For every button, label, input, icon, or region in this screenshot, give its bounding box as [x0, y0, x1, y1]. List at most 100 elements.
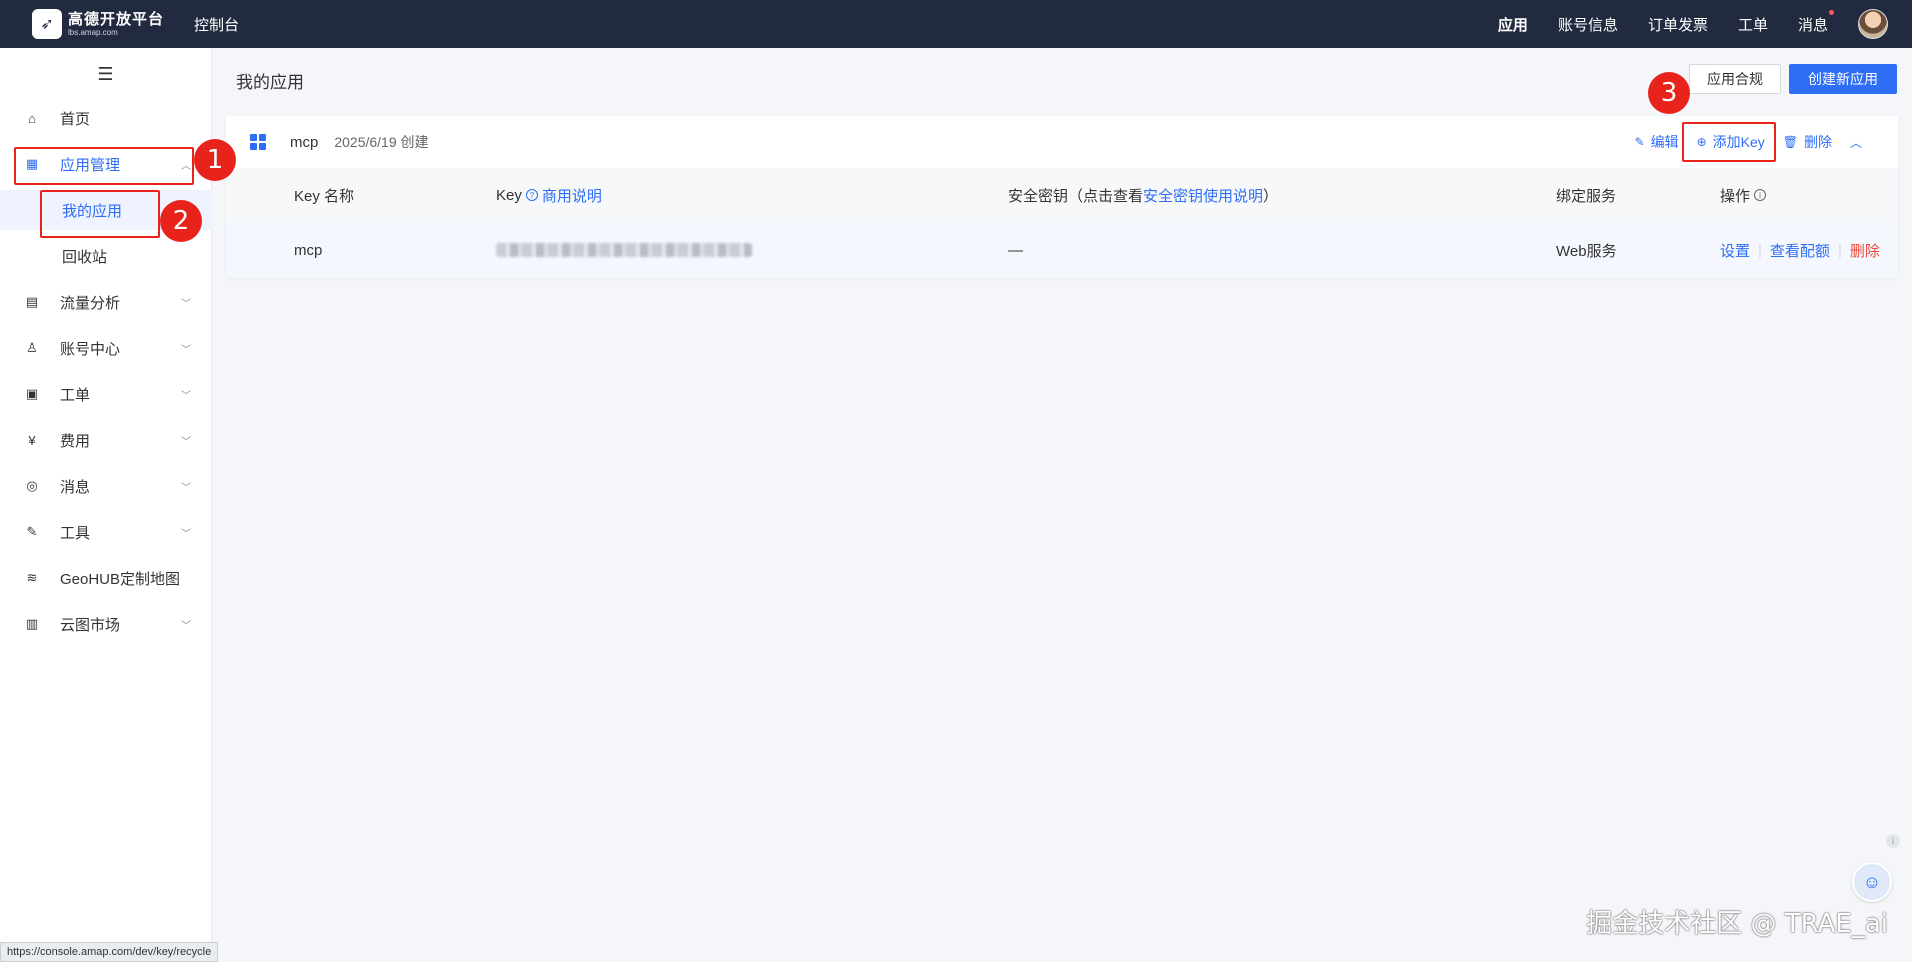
callout-number-1: 1 [194, 139, 236, 181]
ticket-icon: ▣ [25, 386, 39, 401]
delete-label: 删除 [1803, 134, 1832, 150]
divider: | [1837, 241, 1842, 259]
logo-title: 高德开放平台 [68, 10, 165, 28]
col-service: 绑定服务 [1556, 187, 1617, 205]
sidebar-item-label: GeoHUB定制地图 [60, 570, 181, 588]
sidebar-item-label: 消息 [60, 478, 91, 496]
sidebar-item-traffic-analysis[interactable]: ▤ 流量分析 ﹀ [0, 282, 212, 322]
app-card: mcp 2025/6/19 创建 ✎ 编辑 ⊕ 添加Key 🗑 删除 ︿ Key 名称… [226, 116, 1898, 278]
sidebar-item-messages[interactable]: ◎ 消息 ﹀ [0, 466, 212, 506]
sidebar-item-recycle-bin[interactable]: 回收站 [0, 236, 212, 276]
secret-usage-link[interactable]: 安全密钥使用说明 [1143, 185, 1263, 206]
table-row: mcp — Web服务 设置 | 查看配额 | 删除 [226, 222, 1898, 278]
commercial-terms-link[interactable]: 商用说明 [542, 185, 602, 206]
secret-cell: — [1008, 241, 1023, 259]
collapse-card-chevron-up-icon[interactable]: ︿ [1850, 134, 1862, 151]
callout-box-my-apps [40, 190, 160, 238]
chevron-down-icon: ﹀ [181, 482, 191, 494]
home-icon: ⌂ [28, 110, 36, 126]
app-grid-icon [250, 134, 266, 150]
help-icon: ? [525, 189, 538, 201]
nav-account-info[interactable]: 账号信息 [1558, 14, 1618, 35]
sidebar-item-cloud-market[interactable]: ▥ 云图市场 ﹀ [0, 604, 212, 644]
nav-messages[interactable]: 消息 [1797, 9, 1834, 35]
sidebar-item-label: 首页 [60, 110, 91, 128]
callout-number-2: 2 [160, 200, 202, 242]
col-key-label: Key [496, 186, 522, 204]
page-title: 我的应用 [236, 73, 304, 92]
chevron-down-icon: ﹀ [181, 620, 191, 632]
chevron-down-icon: ﹀ [181, 436, 191, 448]
trash-icon: 🗑 [1782, 135, 1798, 149]
col-secret: 安全密钥（点击查看 安全密钥使用说明 ） [1008, 168, 1278, 222]
wrench-icon: ✎ [26, 524, 38, 539]
delete-app-button[interactable]: 🗑 删除 [1783, 132, 1832, 152]
col-secret-label: 安全密钥（点击查看 [1008, 187, 1144, 205]
callout-box-add-key [1682, 122, 1776, 162]
chevron-down-icon: ﹀ [181, 298, 191, 310]
col-key: Key ? 商用说明 [496, 168, 602, 222]
key-name-cell: mcp [294, 241, 323, 259]
chart-icon: ▤ [25, 294, 39, 309]
sidebar-item-label: 云图市场 [60, 616, 121, 634]
sidebar-item-label: 工具 [60, 524, 91, 542]
support-bot-icon[interactable]: ☺ [1852, 862, 1892, 902]
nav-messages-label: 消息 [1797, 16, 1828, 34]
top-navigation-bar: ➶ 高德开放平台 lbs.amap.com 控制台 应用 账号信息 订单发票 工… [0, 0, 1912, 48]
support-close-icon[interactable]: i [1886, 834, 1900, 848]
nav-tickets[interactable]: 工单 [1738, 14, 1768, 35]
blurred-key-value [496, 243, 752, 257]
sidebar-item-home[interactable]: ⌂ 首页 [0, 98, 212, 138]
chevron-down-icon: ﹀ [181, 344, 191, 356]
app-card-header: mcp 2025/6/19 创建 ✎ 编辑 ⊕ 添加Key 🗑 删除 ︿ [226, 116, 1898, 168]
info-icon: i [1754, 189, 1767, 201]
settings-link[interactable]: 设置 [1720, 240, 1750, 261]
chevron-down-icon: ﹀ [181, 528, 191, 540]
status-bar-url: https://console.amap.com/dev/key/recycle [0, 942, 219, 962]
amap-logo-icon: ➶ [32, 9, 62, 39]
logo-subtitle: lbs.amap.com [68, 27, 118, 37]
menu-collapse-icon[interactable]: ☰ [0, 48, 211, 100]
sidebar-item-geohub[interactable]: ≋ GeoHUB定制地图 [0, 558, 212, 598]
nav-apps[interactable]: 应用 [1498, 14, 1528, 35]
ops-cell: 设置 | 查看配额 | 删除 [1720, 222, 1880, 278]
console-link[interactable]: 控制台 [194, 14, 239, 35]
chevron-down-icon: ﹀ [181, 390, 191, 402]
sidebar-item-label: 工单 [60, 386, 91, 404]
callout-number-3: 3 [1648, 72, 1690, 114]
user-icon: ♙ [26, 340, 38, 355]
message-icon: ◎ [26, 478, 38, 493]
edit-app-button[interactable]: ✎ 编辑 [1635, 132, 1679, 152]
view-quota-link[interactable]: 查看配额 [1770, 240, 1830, 261]
sidebar-item-label: 费用 [60, 432, 91, 450]
sidebar: ☰ ⌂ 首页 ▦ 应用管理 ︿ 我的应用 回收站 ▤ 流量分析 ﹀ ♙ 账号中心… [0, 48, 212, 962]
sidebar-item-tools[interactable]: ✎ 工具 ﹀ [0, 512, 212, 552]
layers-icon: ≋ [26, 570, 38, 585]
edit-icon: ✎ [1634, 135, 1645, 149]
app-created-date: 2025/6/19 创建 [334, 134, 429, 150]
app-name: mcp [290, 133, 319, 151]
amap-logo[interactable]: ➶ 高德开放平台 lbs.amap.com [32, 9, 164, 39]
sidebar-item-account-center[interactable]: ♙ 账号中心 ﹀ [0, 328, 212, 368]
sidebar-item-tickets[interactable]: ▣ 工单 ﹀ [0, 374, 212, 414]
nav-orders-invoices[interactable]: 订单发票 [1648, 14, 1708, 35]
col-ops: 操作 i [1720, 168, 1770, 222]
user-avatar[interactable] [1858, 9, 1888, 39]
key-value-cell [496, 222, 752, 278]
watermark: 掘金技术社区 @ TRAE_ai [1586, 909, 1888, 939]
divider: | [1758, 241, 1762, 259]
sidebar-item-label: 流量分析 [60, 294, 121, 312]
store-icon: ▥ [25, 616, 39, 631]
create-app-button[interactable]: 创建新应用 [1789, 64, 1897, 94]
callout-box-app-management [14, 147, 194, 185]
service-cell: Web服务 [1556, 242, 1617, 260]
sidebar-item-fees[interactable]: ¥ 费用 ﹀ [0, 420, 212, 460]
delete-key-link[interactable]: 删除 [1850, 240, 1880, 261]
col-key-name: Key 名称 [294, 187, 355, 205]
col-ops-label: 操作 [1720, 187, 1751, 205]
fee-icon: ¥ [28, 432, 36, 448]
unread-dot [1829, 9, 1834, 15]
col-secret-suffix: ） [1263, 187, 1279, 205]
edit-label: 编辑 [1650, 134, 1679, 150]
app-compliance-button[interactable]: 应用合规 [1689, 64, 1781, 94]
